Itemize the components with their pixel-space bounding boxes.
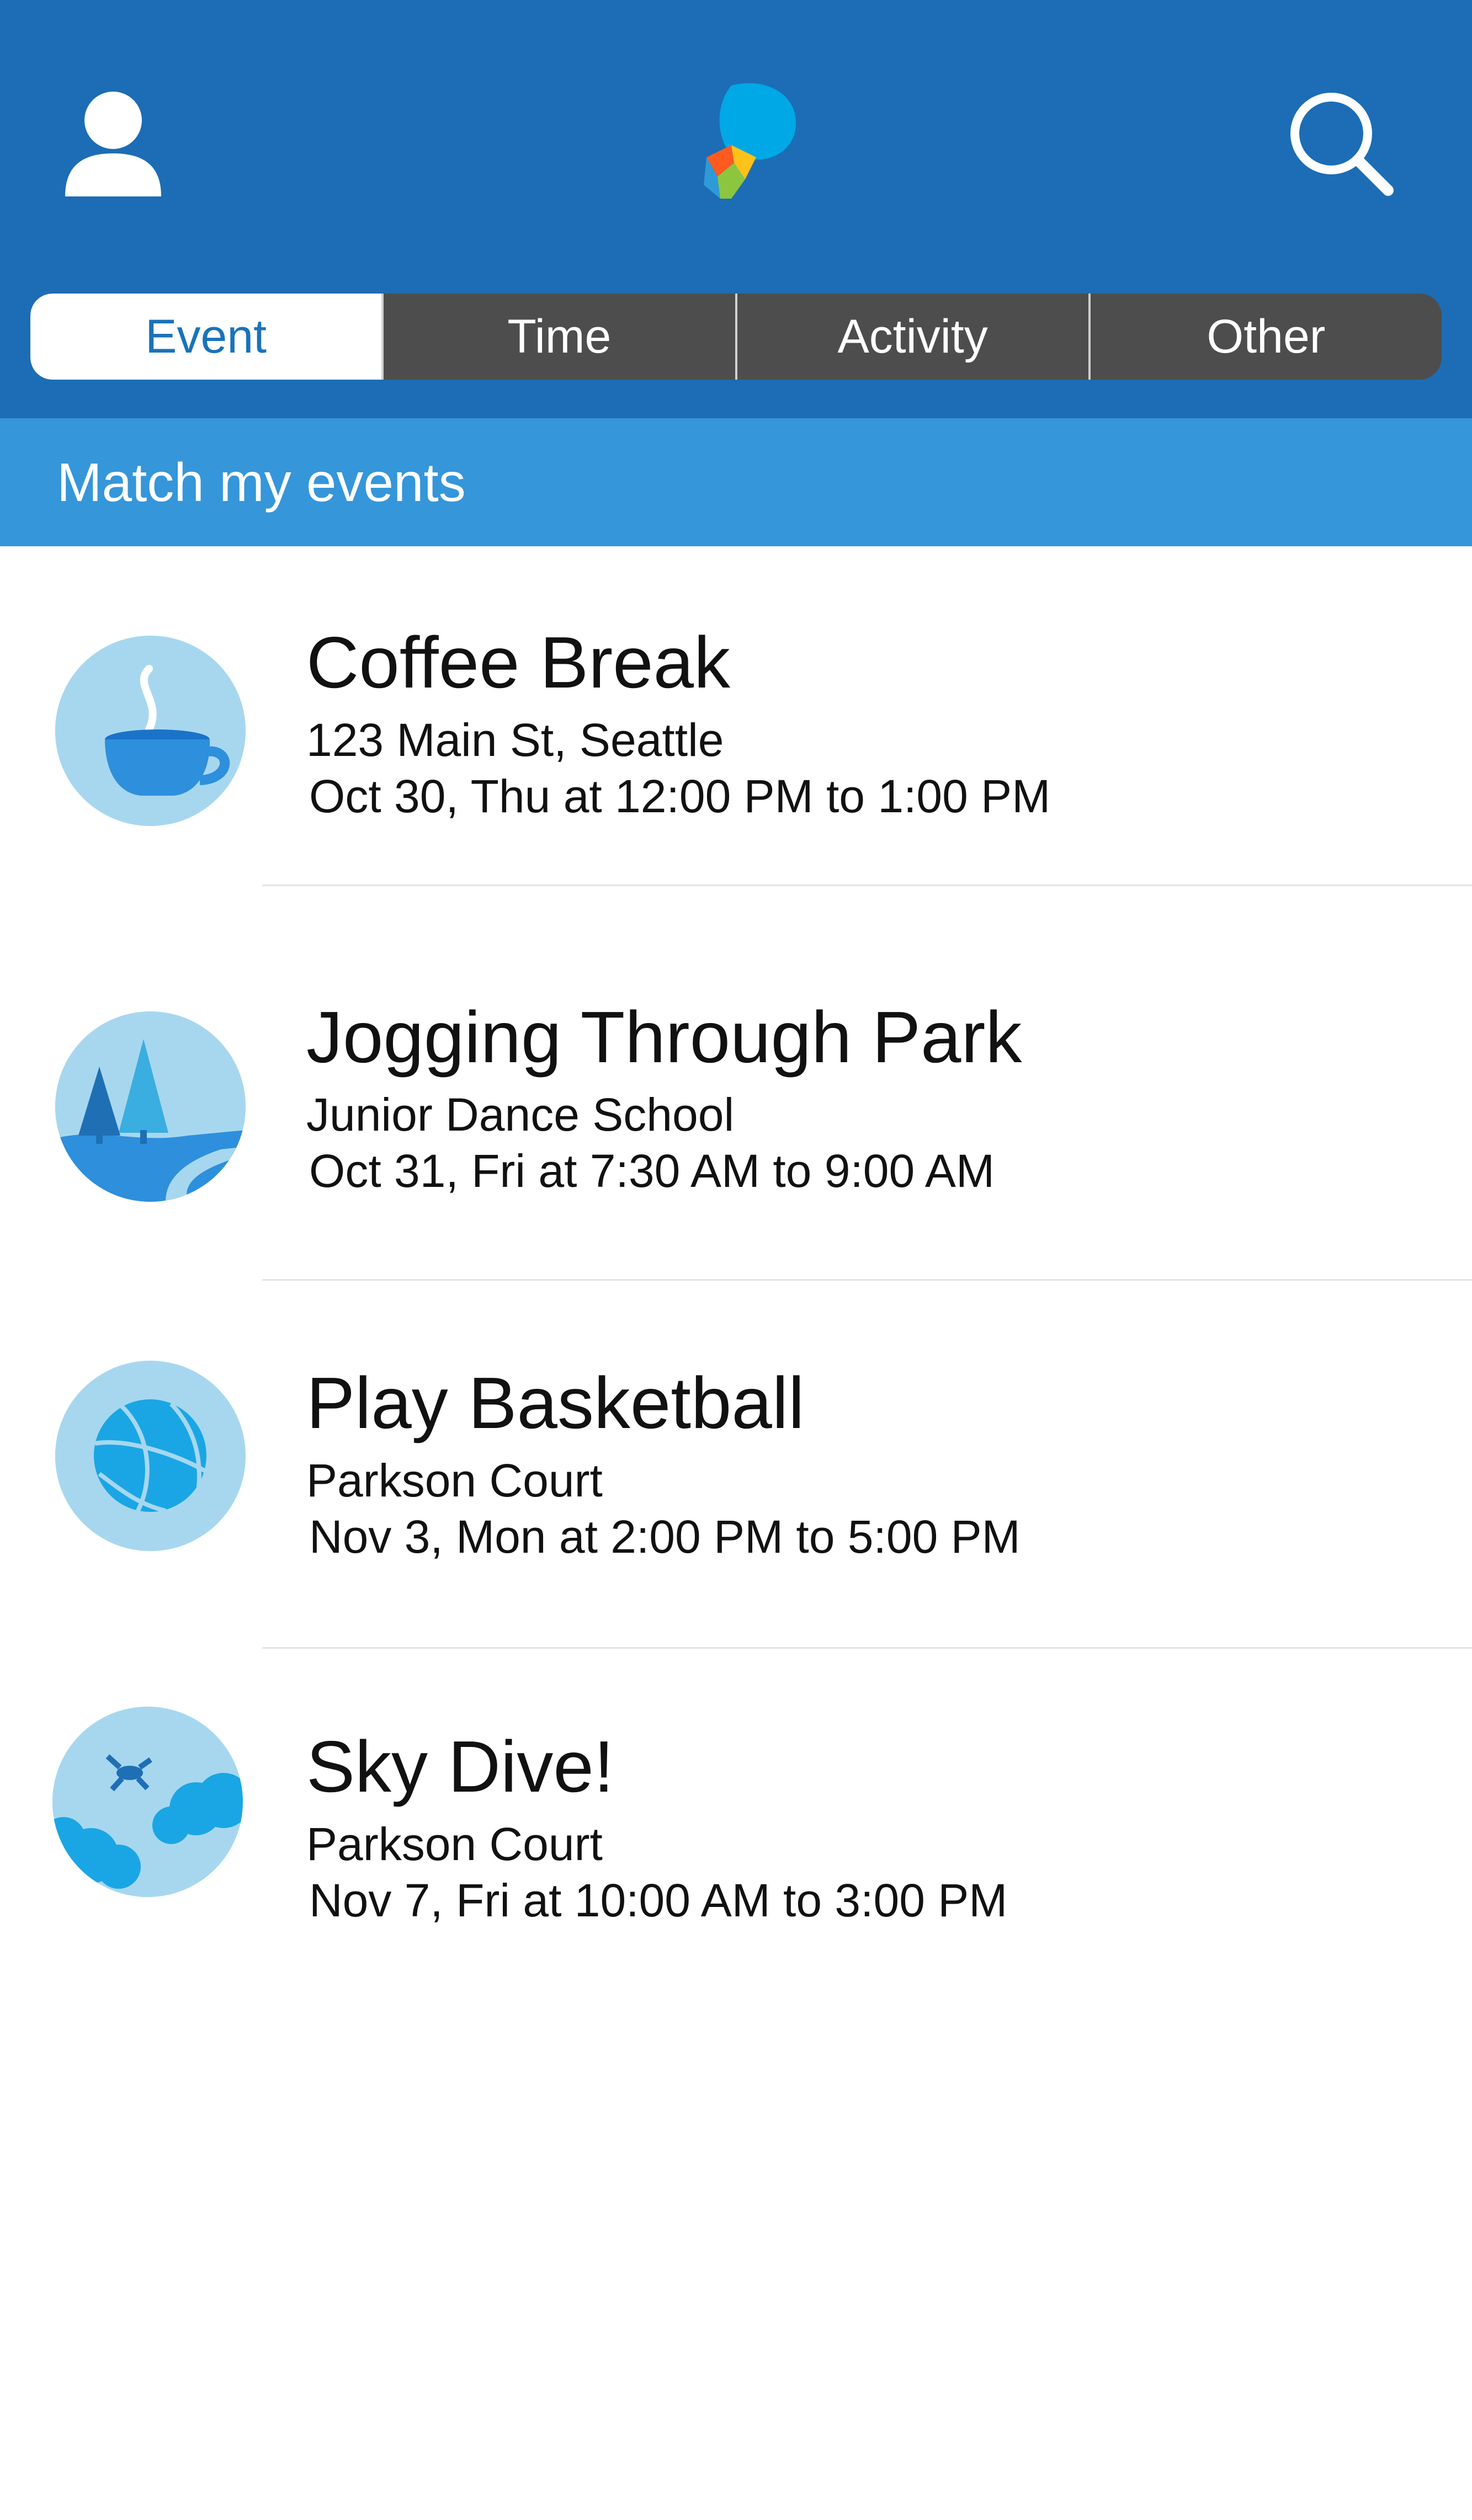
event-list-item[interactable]: Coffee Break 123 Main St, Seattle Oct 30…	[0, 546, 1472, 886]
park-trees-icon	[55, 1011, 246, 1202]
user-icon[interactable]	[61, 88, 166, 199]
search-icon[interactable]	[1286, 88, 1396, 199]
section-header: Match my events	[0, 418, 1472, 546]
tab-time[interactable]: Time	[381, 294, 735, 380]
app-logo-icon	[679, 74, 806, 207]
event-title: Jogging Through Park	[306, 997, 1022, 1078]
event-time: Nov 3, Mon at 2:00 PM to 5:00 PM	[309, 1511, 1021, 1563]
event-title: Play Basketball	[306, 1362, 805, 1443]
app-header: Event Time Activity Other	[0, 0, 1472, 418]
event-time: Nov 7, Fri at 10:00 AM to 3:00 PM	[309, 1874, 1008, 1926]
event-title: Sky Dive!	[306, 1726, 614, 1807]
event-time: Oct 31, Fri at 7:30 AM to 9:00 AM	[309, 1145, 995, 1197]
event-title: Coffee Break	[306, 622, 731, 703]
event-time: Oct 30, Thu at 12:00 PM to 1:00 PM	[309, 770, 1051, 822]
segmented-tabs: Event Time Activity Other	[30, 294, 1442, 380]
event-location: 123 Main St, Seattle	[306, 714, 724, 766]
skydiver-clouds-icon	[52, 1707, 243, 1897]
coffee-cup-icon	[55, 636, 246, 826]
event-list-item[interactable]: Sky Dive! Parkson Court Nov 7, Fri at 10…	[0, 1649, 1472, 2035]
event-location: Parkson Court	[306, 1455, 603, 1506]
event-location: Junior Dance School	[306, 1089, 735, 1141]
event-location: Parkson Court	[306, 1818, 603, 1870]
tab-activity[interactable]: Activity	[735, 294, 1088, 380]
event-list-item[interactable]: Jogging Through Park Junior Dance School…	[0, 886, 1472, 1279]
tab-other[interactable]: Other	[1088, 294, 1442, 380]
basketball-icon	[55, 1361, 246, 1551]
section-title: Match my events	[57, 452, 466, 513]
tab-event[interactable]: Event	[30, 294, 382, 380]
event-list-item[interactable]: Play Basketball Parkson Court Nov 3, Mon…	[0, 1281, 1472, 1648]
